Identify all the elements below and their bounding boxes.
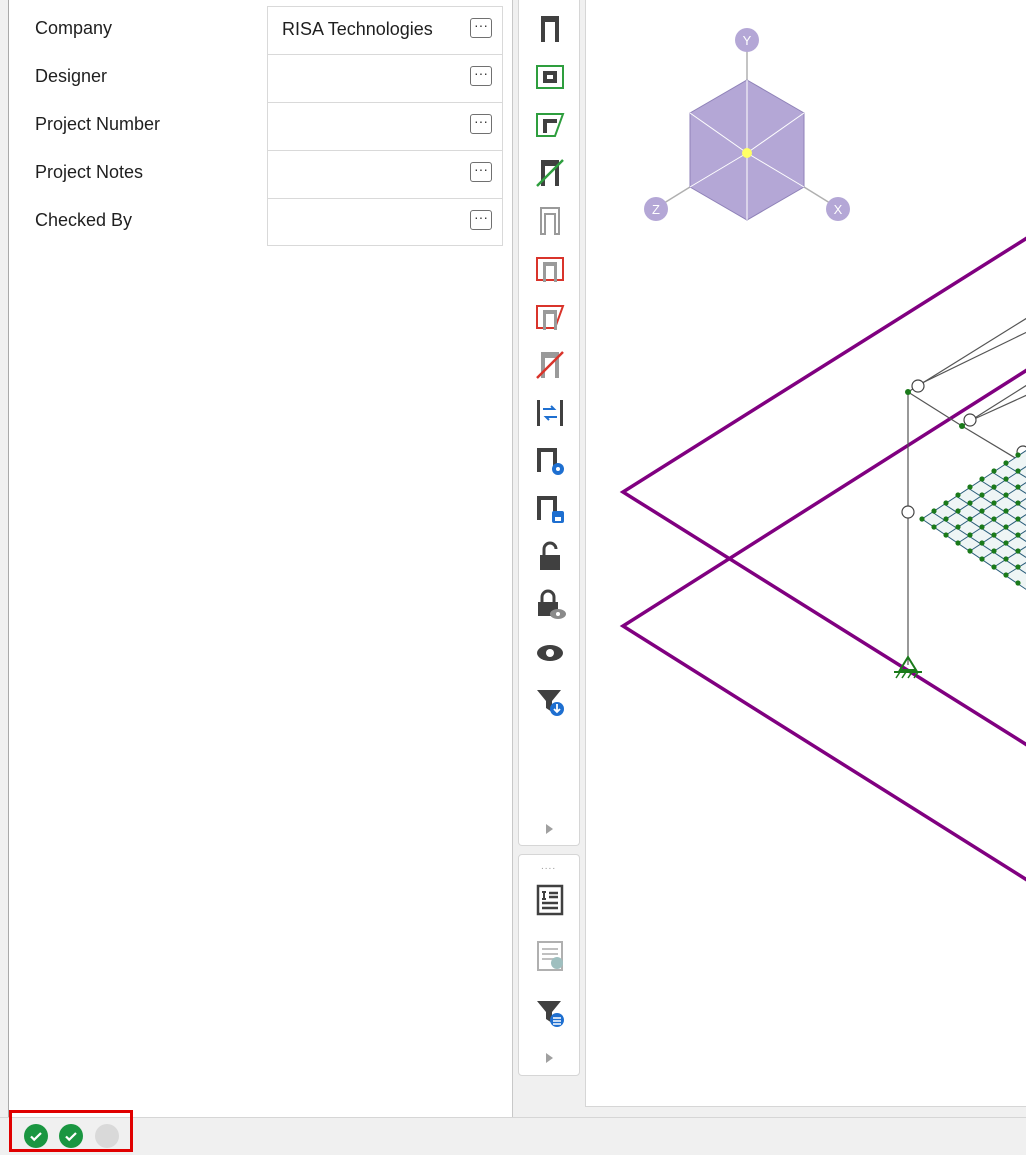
model-canvas[interactable]: Y Z X: [586, 0, 1026, 1107]
member-icon[interactable]: [533, 12, 567, 46]
member-slash-icon[interactable]: [533, 156, 567, 190]
member-settings-icon[interactable]: [533, 444, 567, 478]
cube-center-marker: [742, 148, 752, 158]
plate-mesh[interactable]: [921, 450, 1026, 590]
split-arrows-icon[interactable]: [533, 396, 567, 430]
company-field[interactable]: RISA Technologies ···: [267, 6, 503, 54]
project-notes-field[interactable]: ···: [267, 150, 503, 198]
status-ok-icon[interactable]: [59, 1124, 83, 1148]
unlock-icon[interactable]: [533, 540, 567, 574]
designer-field[interactable]: ···: [267, 54, 503, 102]
property-row-project-number: Project Number ···: [9, 102, 503, 150]
report-toolbar: ....: [518, 854, 580, 1076]
member-box-icon[interactable]: [533, 60, 567, 94]
checked-by-ellipsis-button[interactable]: ···: [470, 210, 492, 230]
panel-splitter[interactable]: [512, 0, 513, 1117]
status-bar: [0, 1117, 1026, 1155]
model-viewport[interactable]: Y Z X: [585, 0, 1026, 1107]
slab-outline-lower[interactable]: [619, 368, 1026, 882]
property-label: Checked By: [35, 210, 133, 230]
beam-member[interactable]: [907, 391, 963, 427]
toolbar-grip[interactable]: ....: [541, 861, 556, 872]
property-label: Designer: [35, 66, 108, 86]
project-number-ellipsis-button[interactable]: ···: [470, 114, 492, 134]
member-box-corner-icon[interactable]: [533, 108, 567, 142]
status-idle-icon[interactable]: [95, 1124, 119, 1148]
checked-by-field[interactable]: ···: [267, 198, 503, 246]
member-gray-icon[interactable]: [533, 204, 567, 238]
property-label: Company: [35, 18, 113, 38]
filter-down-icon[interactable]: [533, 684, 567, 718]
company-ellipsis-button[interactable]: ···: [470, 18, 492, 38]
member-end-release[interactable]: [901, 505, 915, 519]
designer-ellipsis-button[interactable]: ···: [470, 66, 492, 86]
z-axis-label: Z: [652, 202, 660, 217]
property-row-designer: Designer ···: [9, 54, 503, 102]
beam-member[interactable]: [919, 331, 1026, 385]
member-red-box-icon[interactable]: [533, 252, 567, 286]
member-end-release[interactable]: [911, 379, 925, 393]
property-row-checked-by: Checked By ···: [9, 198, 503, 246]
status-ok-icon[interactable]: [24, 1124, 48, 1148]
report-gray-icon[interactable]: [533, 939, 567, 973]
project-properties-table: Company RISA Technologies ··· Designer ·…: [9, 6, 503, 246]
toolbar2-expand-icon[interactable]: [543, 1051, 555, 1065]
toolbar-expand-icon[interactable]: [543, 822, 555, 836]
member-end-release[interactable]: [963, 413, 977, 427]
project-info-panel: Company RISA Technologies ··· Designer ·…: [8, 0, 512, 1117]
property-value: RISA Technologies: [282, 19, 433, 39]
property-row-company: Company RISA Technologies ···: [9, 6, 503, 54]
eye-icon[interactable]: [533, 636, 567, 670]
model-node[interactable]: [905, 389, 911, 395]
report-list-icon[interactable]: [533, 883, 567, 917]
filter-list-icon[interactable]: [533, 995, 567, 1029]
member-red-slash-icon[interactable]: [533, 348, 567, 382]
view-toolbar: [518, 0, 580, 846]
property-row-project-notes: Project Notes ···: [9, 150, 503, 198]
y-axis-label: Y: [743, 33, 752, 48]
model-node[interactable]: [959, 423, 965, 429]
member-red-corner-icon[interactable]: [533, 300, 567, 334]
project-number-field[interactable]: ···: [267, 102, 503, 150]
project-notes-ellipsis-button[interactable]: ···: [470, 162, 492, 182]
lock-eye-icon[interactable]: [533, 588, 567, 622]
member-save-icon[interactable]: [533, 492, 567, 526]
view-cube[interactable]: Y Z X: [644, 28, 850, 221]
x-axis-label: X: [834, 202, 843, 217]
property-label: Project Number: [35, 114, 161, 134]
property-label: Project Notes: [35, 162, 144, 182]
